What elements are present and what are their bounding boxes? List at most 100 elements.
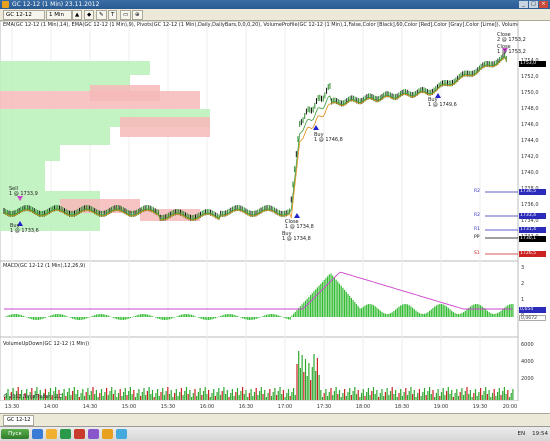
volume-bar [329,392,330,400]
macd-histogram-bar [373,305,374,317]
volume-bar [154,397,155,400]
volume-bar [422,392,423,400]
volume-bar [325,389,326,400]
volume-bar [109,391,110,400]
interval-selector[interactable]: 1 Min [46,10,72,20]
volume-bar [449,394,450,400]
folder-icon[interactable] [46,429,57,439]
pivot-label-pp: PP [474,235,479,240]
macd-histogram-bar [65,316,66,317]
maximize-button[interactable]: □ [529,1,538,8]
macd-histogram-bar [137,315,138,317]
macd-histogram-bar [378,309,379,317]
macd-histogram-bar [208,317,209,320]
macd-histogram-bar [312,293,313,317]
macd-histogram-bar [324,280,325,317]
start-button[interactable]: Пуск [1,429,29,439]
macd-histogram-bar [329,274,330,317]
volume-bar [310,380,311,400]
macd-tick: 3 [521,265,524,271]
macd-histogram-bar [307,299,308,317]
tab-gc-12-12[interactable]: GC 12-12 [3,415,34,426]
macd-histogram-bar [184,314,185,317]
macd-histogram-bar [473,305,474,317]
volume-bar [402,396,403,400]
text-tool-button[interactable]: T [108,10,117,20]
macd-histogram-bar [286,317,287,319]
macd-histogram-bar [189,314,190,317]
volume-bar [332,395,333,400]
close-button[interactable]: × [539,1,548,8]
volume-tick: 4000 [521,359,534,365]
volume-bar [482,395,483,400]
volume-bar [249,393,250,400]
volume-bar [198,392,199,400]
app-icon-red[interactable] [74,429,85,439]
macd-histogram-bar [30,317,31,319]
macd-histogram-bar [142,314,143,317]
macd-histogram-bar [402,305,403,317]
shape-tool-button[interactable]: ▭ [120,10,131,20]
volume-bar [186,387,187,400]
price-tick: 1746,0 [521,122,539,128]
volume-bar [145,395,146,400]
macd-histogram-bar [118,317,119,320]
macd-histogram-bar [252,317,253,320]
macd-histogram-bar [319,286,320,317]
app-icon-purple[interactable] [88,429,99,439]
language-indicator[interactable]: EN [518,431,526,437]
time-tick: 13:30 [5,404,19,410]
style-button[interactable]: ◆ [84,10,94,20]
macd-histogram-bar [74,317,75,319]
volume-bar [179,392,180,400]
macd-signal-tag: 0,0672 [519,315,546,321]
ninjatrader-icon[interactable] [102,429,113,439]
macd-histogram-bar [98,314,99,317]
macd-histogram-bar [152,316,153,317]
media-icon[interactable] [60,429,71,439]
volume-bar [400,389,401,400]
macd-histogram-bar [490,313,491,317]
crosshair-button[interactable]: ⊕ [132,10,143,20]
app-icon-blue[interactable] [116,429,127,439]
macd-histogram-bar [7,316,8,317]
volume-bar [317,358,318,400]
volume-bar [489,390,490,400]
time-tick: 15:30 [161,404,175,410]
macd-histogram-bar [410,306,411,317]
minimize-button[interactable]: _ [519,1,528,8]
macd-histogram-bar [273,314,274,317]
chart-area[interactable]: EMA(GC 12-12 (1 Min),14), EMA(GC 12-12 (… [0,21,550,401]
volume-bar [273,392,274,400]
bar-type-button[interactable]: ▲ [72,10,82,20]
macd-histogram-bar [393,311,394,317]
volume-bar [480,388,481,400]
macd-histogram-bar [103,314,104,317]
volume-bar [223,387,224,400]
browser-icon[interactable] [32,429,43,439]
macd-histogram-bar [463,312,464,317]
macd-histogram-bar [424,314,425,317]
volume-bar [269,389,270,400]
volume-bar [150,394,151,400]
macd-histogram-bar [370,304,371,317]
volume-bar [70,395,71,400]
volume-bar [354,387,355,400]
volume-bar [240,391,241,400]
instrument-selector[interactable]: GC 12-12 [3,10,45,20]
pivot-label-r1: R1 [474,227,480,232]
macd-histogram-bar [359,308,360,317]
macd-histogram-bar [92,316,93,317]
macd-histogram-bar [200,317,201,318]
volume-bar [432,390,433,400]
macd-histogram-bar [279,316,280,317]
macd-histogram-bar [448,308,449,317]
volume-bar [339,390,340,400]
volume-bar [164,395,165,400]
price-tick: 1736,0 [521,202,539,208]
volume-bar [393,394,394,400]
volume-bar [84,396,85,400]
macd-histogram-bar [317,288,318,317]
volume-bar [388,395,389,400]
draw-tool-button[interactable]: ✎ [96,10,107,20]
